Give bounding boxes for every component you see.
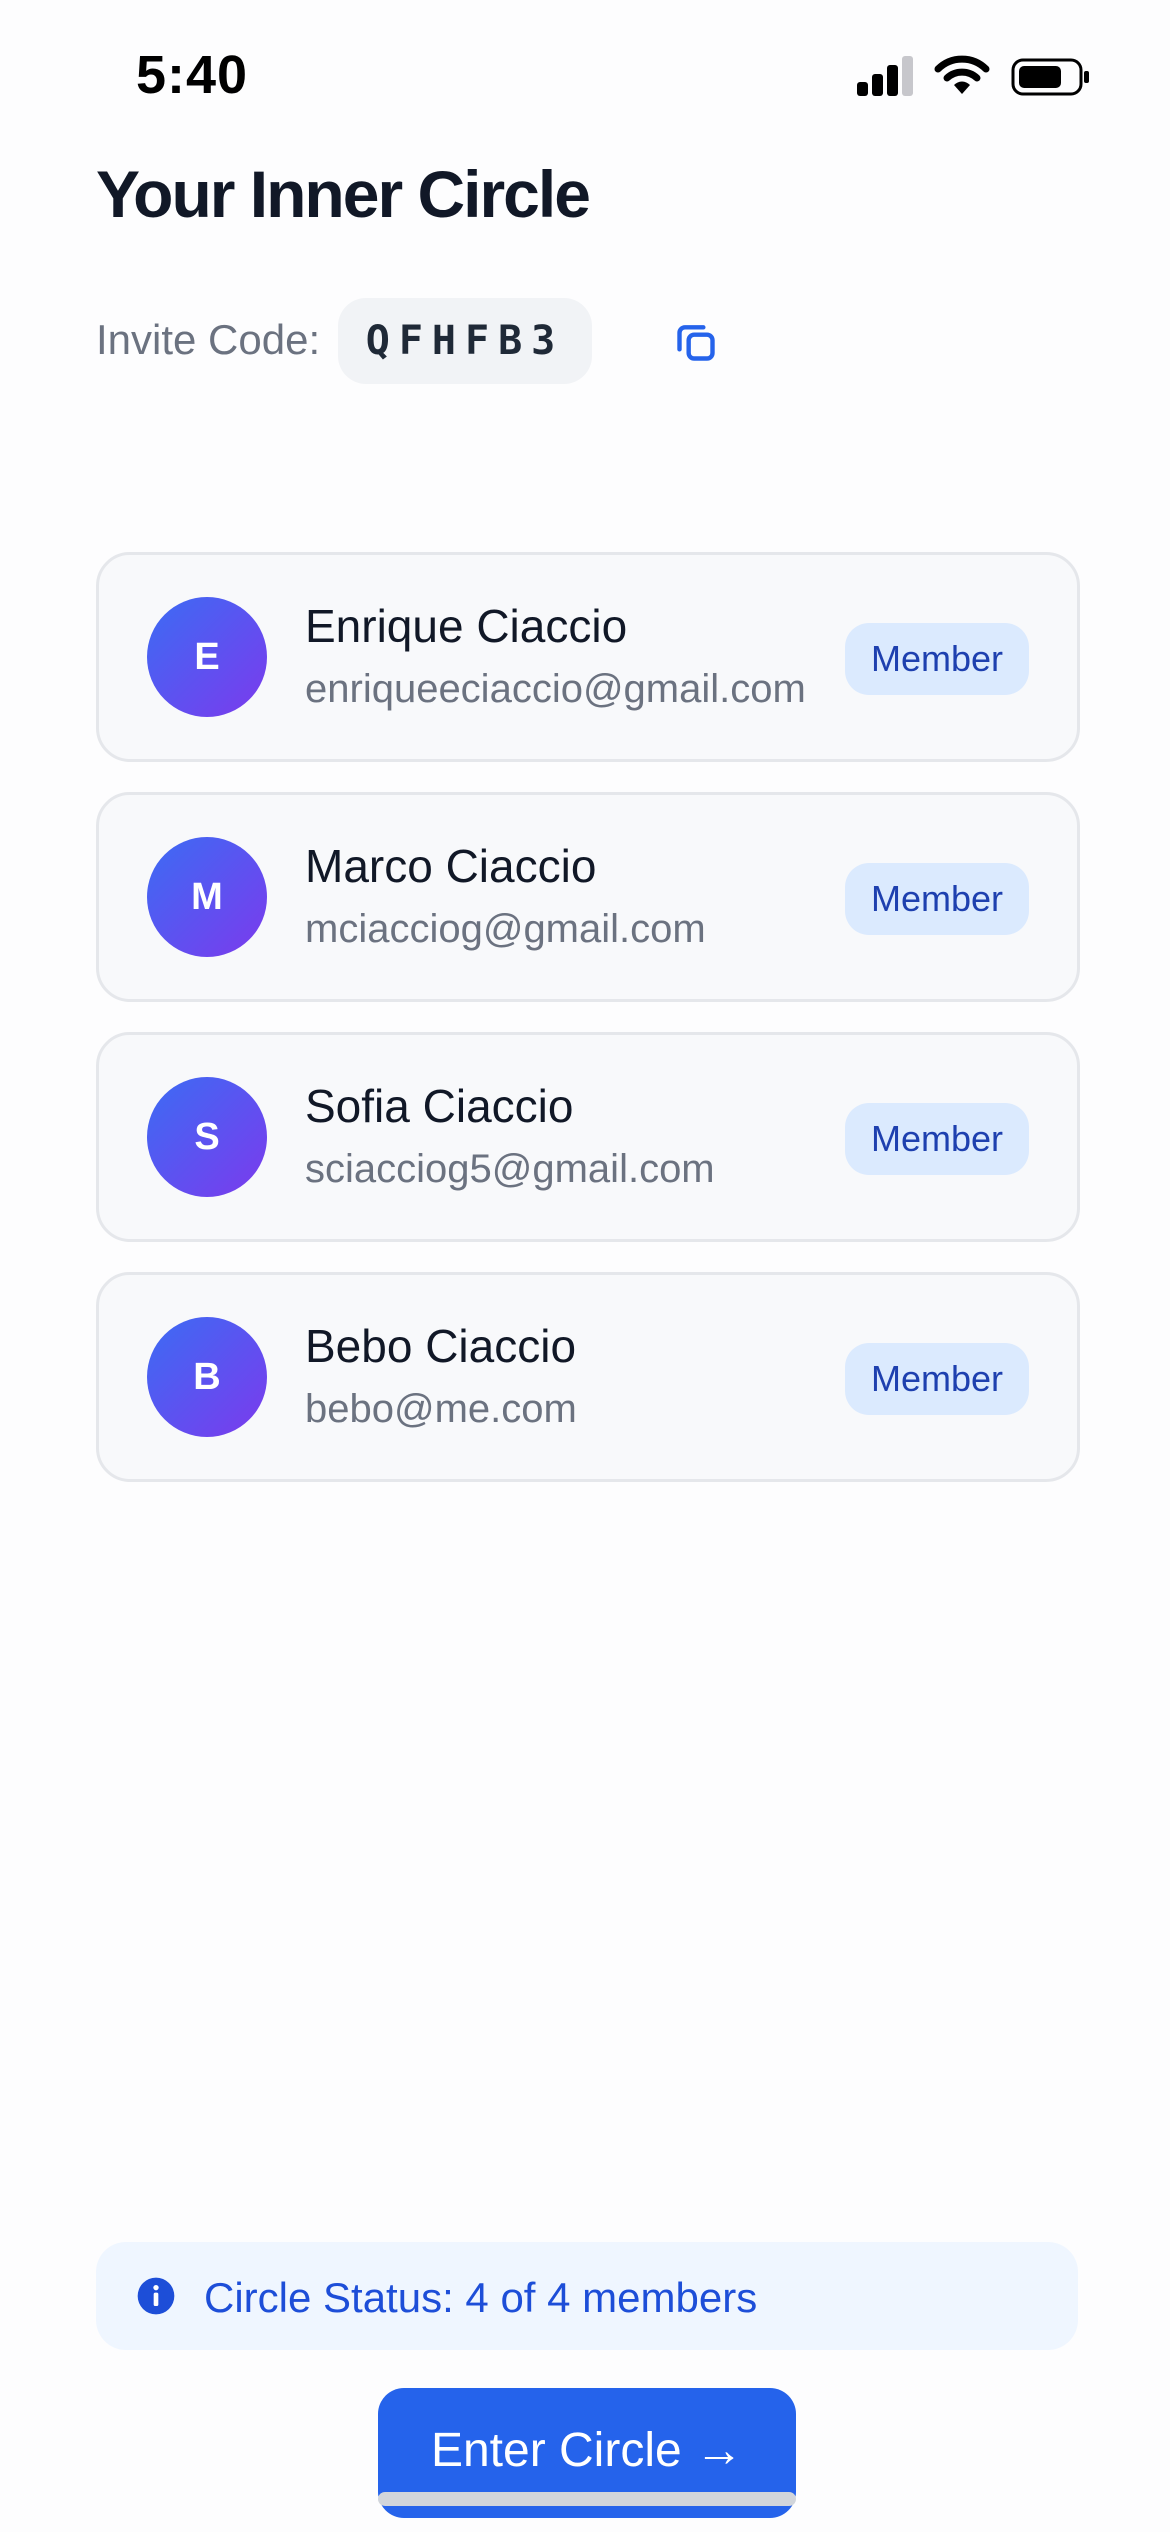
avatar: B [147, 1317, 267, 1437]
member-list: E Enrique Ciaccio enriqueeciaccio@gmail.… [96, 552, 1080, 1512]
status-bar: 5:40 [0, 0, 1170, 150]
member-email: mciacciog@gmail.com [305, 907, 706, 951]
member-card[interactable]: S Sofia Ciaccio sciacciog5@gmail.com Mem… [96, 1032, 1080, 1242]
member-name: Sofia Ciaccio [305, 1080, 574, 1132]
home-indicator [378, 2492, 796, 2506]
member-name: Bebo Ciaccio [305, 1320, 577, 1372]
cellular-signal-icon [857, 56, 915, 96]
avatar: E [147, 597, 267, 717]
role-badge: Member [844, 1343, 1029, 1415]
invite-code-label: Invite Code: [96, 316, 321, 363]
avatar: M [147, 837, 267, 957]
invite-code-value[interactable]: QFHFB3 [338, 298, 592, 384]
info-icon [137, 2277, 175, 2315]
circle-status-text: Circle Status: 4 of 4 members [204, 2274, 758, 2321]
circle-status-banner: Circle Status: 4 of 4 members [96, 2242, 1078, 2350]
role-badge: Member [844, 623, 1029, 695]
invite-row: Invite Code: QFHFB3 [96, 298, 796, 386]
member-name: Marco Ciaccio [305, 840, 597, 892]
member-email: sciacciog5@gmail.com [305, 1147, 715, 1191]
member-card[interactable]: E Enrique Ciaccio enriqueeciaccio@gmail.… [96, 552, 1080, 762]
avatar: S [147, 1077, 267, 1197]
battery-icon [1011, 58, 1089, 96]
page-title: Your Inner Circle [96, 157, 591, 231]
member-card[interactable]: M Marco Ciaccio mciacciog@gmail.com Memb… [96, 792, 1080, 1002]
role-badge: Member [844, 1103, 1029, 1175]
wifi-icon [934, 55, 990, 94]
member-name: Enrique Ciaccio [305, 600, 628, 652]
copy-icon[interactable] [674, 320, 718, 364]
member-email: bebo@me.com [305, 1387, 577, 1431]
role-badge: Member [844, 863, 1029, 935]
status-time: 5:40 [136, 45, 249, 105]
member-card[interactable]: B Bebo Ciaccio bebo@me.com Member [96, 1272, 1080, 1482]
member-email: enriqueeciaccio@gmail.com [305, 667, 806, 711]
